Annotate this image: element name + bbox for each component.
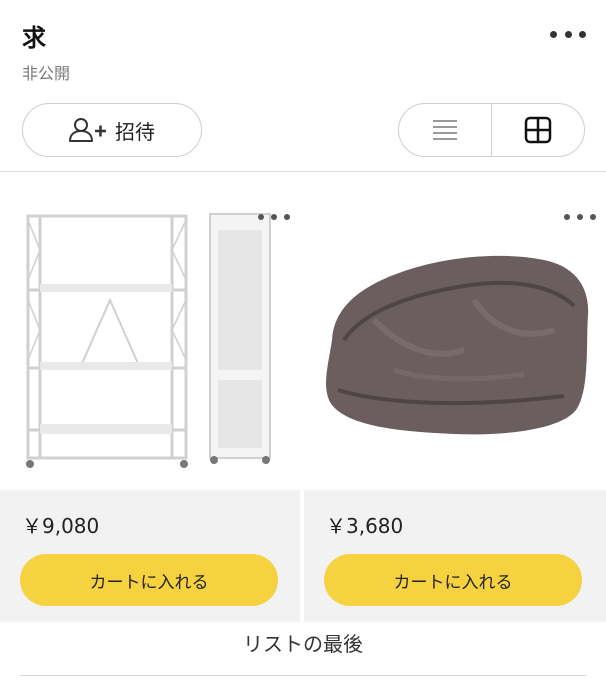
- item-more-button[interactable]: [258, 210, 290, 224]
- list-icon: [433, 120, 457, 140]
- product-card[interactable]: ￥9,080 カートに入れる: [0, 190, 300, 622]
- list-view-button[interactable]: [399, 104, 491, 156]
- bottom-divider: [20, 675, 586, 676]
- privacy-status: 非公開: [22, 64, 71, 83]
- list-header: 求 非公開: [0, 0, 606, 90]
- end-of-list-text: リストの最後: [243, 632, 363, 656]
- item-more-button[interactable]: [564, 210, 596, 224]
- item-price: ￥9,080: [22, 514, 100, 538]
- header-divider: [0, 171, 606, 172]
- blanket-image: [326, 255, 589, 435]
- item-price: ￥3,680: [326, 514, 404, 538]
- more-horizontal-icon: [564, 214, 570, 220]
- product-card[interactable]: ￥3,680 カートに入れる: [304, 190, 606, 622]
- add-to-cart-button[interactable]: カートに入れる: [20, 554, 278, 606]
- view-toggle: [398, 103, 585, 157]
- more-horizontal-icon: [550, 30, 557, 38]
- product-image[interactable]: [0, 190, 300, 490]
- more-options-button[interactable]: [550, 24, 586, 44]
- invite-label: 招待: [115, 119, 155, 144]
- product-image[interactable]: [304, 190, 606, 490]
- grid-view-button[interactable]: [491, 104, 584, 156]
- add-person-icon: [69, 118, 106, 142]
- more-horizontal-icon: [258, 214, 264, 220]
- list-title: 求: [22, 24, 46, 52]
- shelf-rack-image: [26, 213, 271, 468]
- add-to-cart-button[interactable]: カートに入れる: [324, 554, 582, 606]
- invite-button[interactable]: 招待: [22, 103, 202, 157]
- grid-icon: [524, 116, 552, 144]
